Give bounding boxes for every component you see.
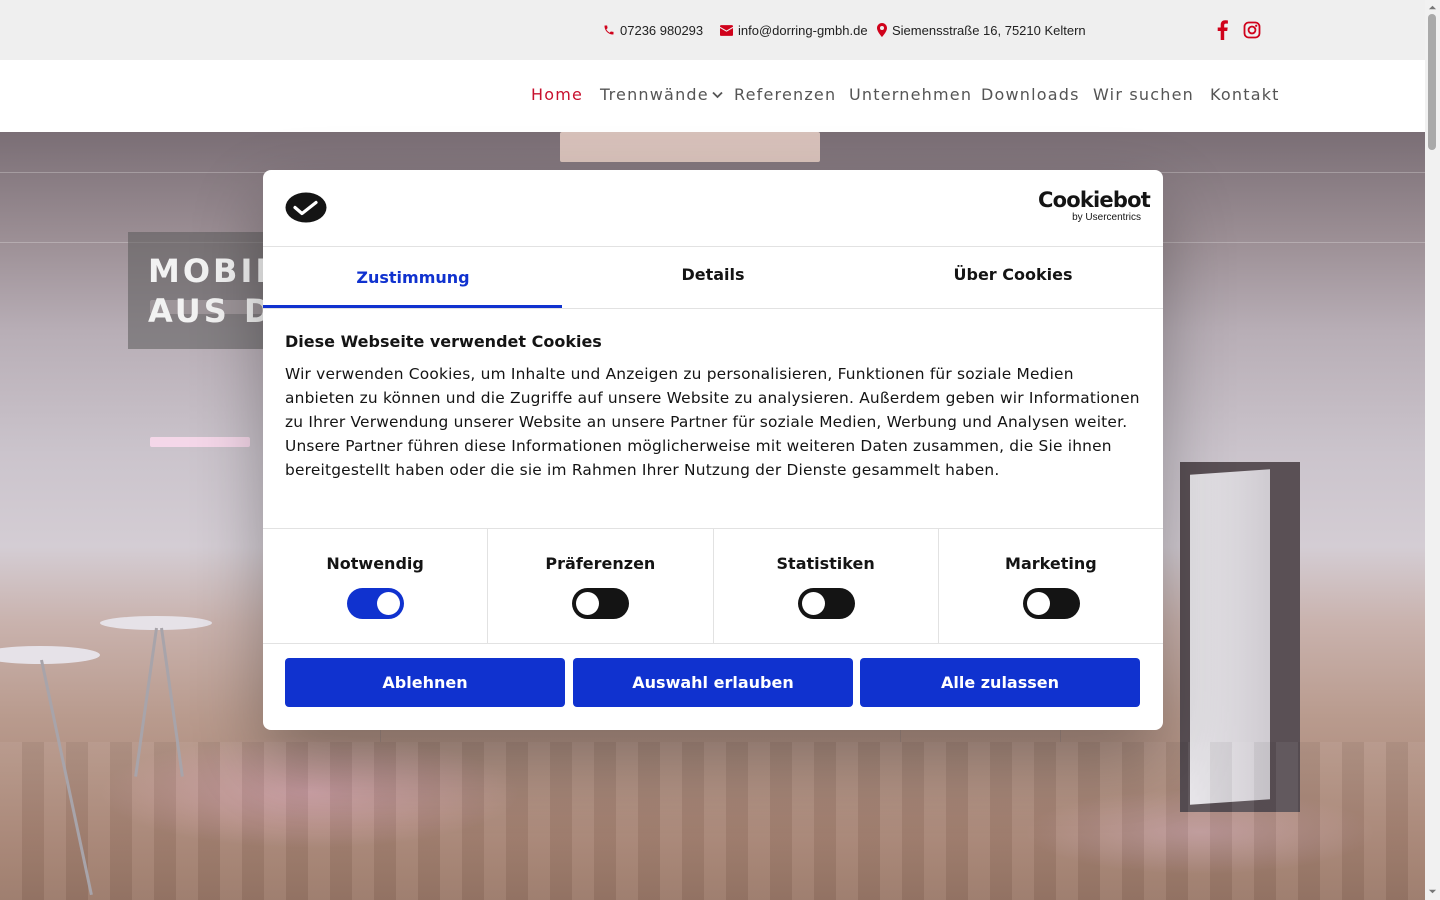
dialog-header: Cookiebot by Usercentrics	[263, 170, 1163, 247]
ceiling-light	[150, 437, 250, 447]
cookiebot-logo: Cookiebot by Usercentrics	[1038, 188, 1151, 223]
nav-item-kontakt[interactable]: Kontakt	[1210, 85, 1280, 104]
consent-categories: Notwendig Präferenzen Statistiken Market…	[263, 528, 1163, 644]
nav-item-downloads[interactable]: Downloads	[981, 85, 1080, 104]
praeferenzen-toggle[interactable]	[572, 588, 630, 619]
toggle-knob	[377, 592, 401, 615]
category-statistiken: Statistiken	[714, 529, 939, 643]
nav-item-wir-suchen[interactable]: Wir suchen	[1093, 85, 1194, 104]
cookie-brand-logo-icon	[285, 192, 327, 223]
dialog-title: Diese Webseite verwendet Cookies	[285, 332, 602, 351]
hero-title-line-2: AUS D	[148, 292, 274, 330]
nav-item-trennwaende[interactable]: Trennwände	[600, 85, 723, 104]
category-notwendig: Notwendig	[263, 529, 489, 643]
toggle-knob	[1026, 592, 1050, 615]
dialog-tabs: Zustimmung Details Über Cookies	[263, 247, 1163, 309]
instagram-link[interactable]	[1241, 19, 1263, 41]
parquet-floor	[0, 742, 1425, 900]
decline-button[interactable]: Ablehnen	[285, 658, 565, 707]
hero-title-line-1: MOBIL	[148, 252, 279, 290]
category-label: Notwendig	[326, 554, 424, 573]
toggle-knob	[576, 592, 600, 615]
envelope-icon	[720, 24, 733, 36]
marketing-toggle[interactable]	[1022, 588, 1080, 619]
scroll-down-arrow-icon[interactable]	[1428, 887, 1437, 896]
category-label: Statistiken	[776, 554, 875, 573]
notwendig-toggle[interactable]	[347, 588, 405, 619]
dialog-description: Wir verwenden Cookies, um Inhalte und An…	[285, 365, 1140, 479]
nav-item-referenzen[interactable]: Referenzen	[734, 85, 836, 104]
category-praeferenzen: Präferenzen	[488, 529, 714, 643]
facebook-icon	[1217, 20, 1228, 40]
map-marker-icon	[877, 23, 887, 37]
allow-all-button[interactable]: Alle zulassen	[860, 658, 1140, 707]
tab-ueber-cookies[interactable]: Über Cookies	[863, 247, 1163, 308]
contact-bar: 07236 980293 info@dorring-gmbh.de Siemen…	[0, 0, 1425, 60]
chevron-down-icon	[712, 91, 723, 98]
phone-icon	[604, 25, 614, 35]
tab-details[interactable]: Details	[563, 247, 863, 308]
category-marketing: Marketing	[939, 529, 1163, 643]
email-contact[interactable]: info@dorring-gmbh.de	[720, 20, 868, 40]
address-contact[interactable]: Siemensstraße 16, 75210 Keltern	[877, 20, 1086, 40]
main-navigation: Home Trennwände Referenzen Unternehmen D…	[0, 60, 1425, 132]
category-label: Präferenzen	[545, 554, 656, 573]
ceiling-light	[560, 132, 820, 162]
scrollbar-thumb[interactable]	[1428, 14, 1436, 150]
nav-item-home[interactable]: Home	[531, 85, 583, 104]
scroll-up-arrow-icon[interactable]	[1428, 3, 1437, 12]
nav-item-unternehmen[interactable]: Unternehmen	[849, 85, 972, 104]
tab-zustimmung[interactable]: Zustimmung	[263, 247, 563, 308]
category-label: Marketing	[1005, 554, 1097, 573]
facebook-link[interactable]	[1211, 19, 1233, 41]
toggle-knob	[801, 592, 825, 615]
statistiken-toggle[interactable]	[797, 588, 855, 619]
cookie-consent-dialog: Cookiebot by Usercentrics Zustimmung Det…	[263, 170, 1163, 730]
street-address: Siemensstraße 16, 75210 Keltern	[892, 22, 1086, 38]
email-address: info@dorring-gmbh.de	[738, 22, 868, 38]
phone-contact[interactable]: 07236 980293	[603, 20, 703, 40]
active-tab-indicator	[263, 305, 562, 308]
cookiebot-logo-subtext: by Usercentrics	[1072, 212, 1141, 223]
allow-selection-button[interactable]: Auswahl erlauben	[573, 658, 853, 707]
phone-number: 07236 980293	[620, 22, 704, 38]
instagram-icon	[1243, 21, 1261, 39]
cookiebot-logo-text: Cookiebot	[1038, 188, 1151, 212]
bistro-table	[0, 646, 100, 664]
